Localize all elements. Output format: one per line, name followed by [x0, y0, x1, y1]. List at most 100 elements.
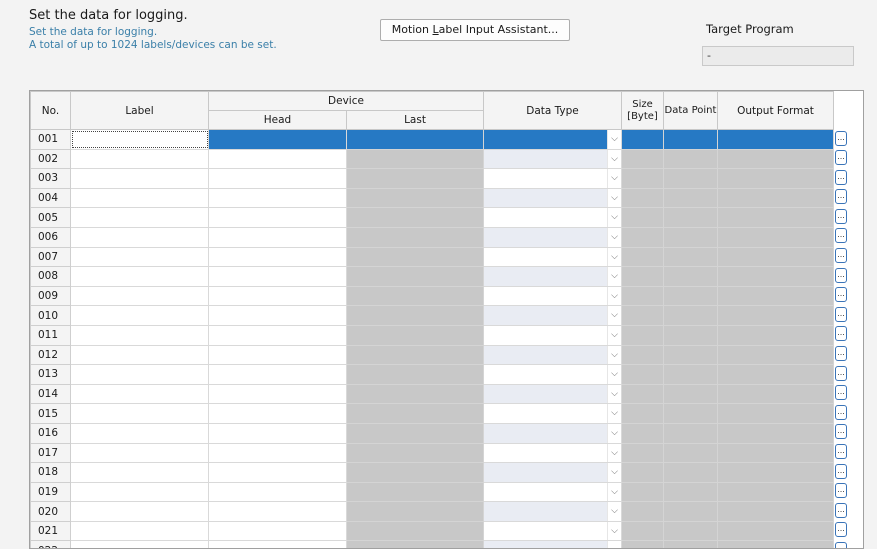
- label-cell[interactable]: [70, 305, 209, 326]
- label-cell[interactable]: [70, 168, 209, 189]
- label-cell[interactable]: [70, 266, 209, 287]
- chevron-down-icon[interactable]: ⌵: [607, 463, 621, 482]
- chevron-down-icon[interactable]: ⌵: [607, 286, 621, 306]
- data-type-cell[interactable]: ⌵: [483, 442, 622, 464]
- data-type-cell[interactable]: ⌵: [483, 462, 622, 483]
- table-row[interactable]: 019 ⌵...: [30, 481, 849, 503]
- data-type-cell[interactable]: ⌵: [483, 344, 622, 366]
- chevron-down-icon[interactable]: ⌵: [607, 384, 621, 404]
- chevron-down-icon[interactable]: ⌵: [607, 227, 621, 247]
- chevron-down-icon[interactable]: ⌵: [607, 482, 621, 502]
- motion-label-input-assistant-button[interactable]: Motion Label Input Assistant...: [380, 19, 570, 41]
- chevron-down-icon[interactable]: ⌵: [607, 208, 621, 227]
- device-head-cell[interactable]: [208, 501, 347, 522]
- table-row[interactable]: 007 ⌵...: [30, 246, 849, 268]
- data-type-cell[interactable]: ⌵: [483, 422, 622, 444]
- label-cell[interactable]: [70, 344, 209, 366]
- chevron-down-icon[interactable]: ⌵: [607, 149, 621, 169]
- ellipsis-button[interactable]: ...: [835, 365, 847, 381]
- device-head-cell[interactable]: [208, 129, 347, 150]
- chevron-down-icon[interactable]: ⌵: [607, 247, 621, 267]
- ellipsis-button[interactable]: ...: [835, 267, 847, 283]
- label-cell[interactable]: [70, 383, 209, 405]
- table-row[interactable]: 008 ⌵...: [30, 266, 849, 287]
- chevron-down-icon[interactable]: ⌵: [607, 423, 621, 443]
- data-type-cell[interactable]: ⌵: [483, 266, 622, 287]
- ellipsis-button[interactable]: ...: [835, 502, 847, 518]
- data-type-cell[interactable]: ⌵: [483, 520, 622, 542]
- label-cell[interactable]: [70, 462, 209, 483]
- table-row[interactable]: 002 ⌵...: [30, 148, 849, 170]
- label-cell[interactable]: [70, 403, 209, 424]
- device-head-cell[interactable]: [208, 148, 347, 170]
- ellipsis-button[interactable]: ...: [835, 404, 847, 420]
- chevron-down-icon[interactable]: ⌵: [607, 306, 621, 325]
- ellipsis-button[interactable]: ...: [835, 424, 847, 440]
- data-type-cell[interactable]: ⌵: [483, 364, 622, 385]
- device-head-cell[interactable]: [208, 462, 347, 483]
- table-row[interactable]: 011 ⌵...: [30, 324, 849, 346]
- table-row[interactable]: 016 ⌵...: [30, 422, 849, 444]
- device-head-cell[interactable]: [208, 364, 347, 385]
- table-row[interactable]: 022 ⌵...: [30, 540, 849, 548]
- label-cell[interactable]: [70, 285, 209, 307]
- device-head-cell[interactable]: [208, 246, 347, 268]
- label-cell[interactable]: [70, 422, 209, 444]
- device-head-cell[interactable]: [208, 187, 347, 209]
- label-cell[interactable]: [70, 226, 209, 248]
- chevron-down-icon[interactable]: ⌵: [607, 169, 621, 188]
- data-type-cell[interactable]: ⌵: [483, 481, 622, 503]
- data-type-cell[interactable]: ⌵: [483, 285, 622, 307]
- chevron-down-icon[interactable]: ⌵: [607, 541, 621, 548]
- chevron-down-icon[interactable]: ⌵: [607, 521, 621, 541]
- device-head-cell[interactable]: [208, 344, 347, 366]
- data-type-cell[interactable]: ⌵: [483, 168, 622, 189]
- label-cell[interactable]: [70, 520, 209, 542]
- data-type-cell[interactable]: ⌵: [483, 246, 622, 268]
- ellipsis-button[interactable]: ...: [835, 385, 847, 401]
- data-type-cell[interactable]: ⌵: [483, 403, 622, 424]
- device-head-cell[interactable]: [208, 207, 347, 228]
- device-head-cell[interactable]: [208, 266, 347, 287]
- chevron-down-icon[interactable]: ⌵: [607, 325, 621, 345]
- table-row[interactable]: 004 ⌵...: [30, 187, 849, 209]
- data-type-cell[interactable]: ⌵: [483, 383, 622, 405]
- chevron-down-icon[interactable]: ⌵: [607, 404, 621, 423]
- data-type-cell[interactable]: ⌵: [483, 305, 622, 326]
- ellipsis-button[interactable]: ...: [835, 346, 847, 362]
- ellipsis-button[interactable]: ...: [835, 306, 847, 322]
- label-cell[interactable]: [70, 324, 209, 346]
- device-head-cell[interactable]: [208, 305, 347, 326]
- table-row[interactable]: 014 ⌵...: [30, 383, 849, 405]
- device-head-cell[interactable]: [208, 520, 347, 542]
- chevron-down-icon[interactable]: ⌵: [607, 345, 621, 365]
- table-row[interactable]: 017 ⌵...: [30, 442, 849, 464]
- label-cell[interactable]: [70, 129, 209, 150]
- table-row[interactable]: 021 ⌵...: [30, 520, 849, 542]
- device-head-cell[interactable]: [208, 168, 347, 189]
- table-row[interactable]: 018 ⌵...: [30, 462, 849, 483]
- ellipsis-button[interactable]: ...: [835, 248, 847, 264]
- label-cell[interactable]: [70, 442, 209, 464]
- chevron-down-icon[interactable]: ⌵: [607, 130, 621, 149]
- label-cell[interactable]: [70, 540, 209, 548]
- table-row[interactable]: 009 ⌵...: [30, 285, 849, 307]
- ellipsis-button[interactable]: ...: [835, 287, 847, 303]
- device-head-cell[interactable]: [208, 285, 347, 307]
- ellipsis-button[interactable]: ...: [835, 463, 847, 479]
- data-type-cell[interactable]: ⌵: [483, 540, 622, 548]
- device-head-cell[interactable]: [208, 422, 347, 444]
- label-cell[interactable]: [70, 148, 209, 170]
- table-row[interactable]: 012 ⌵...: [30, 344, 849, 366]
- ellipsis-button[interactable]: ...: [835, 444, 847, 459]
- device-head-cell[interactable]: [208, 403, 347, 424]
- ellipsis-button[interactable]: ...: [835, 228, 847, 244]
- ellipsis-button[interactable]: ...: [835, 130, 847, 146]
- device-head-cell[interactable]: [208, 383, 347, 405]
- table-row[interactable]: 010 ⌵...: [30, 305, 849, 326]
- table-row[interactable]: 020 ⌵...: [30, 501, 849, 522]
- table-row[interactable]: 006 ⌵...: [30, 226, 849, 248]
- data-type-cell[interactable]: ⌵: [483, 129, 622, 150]
- label-cell[interactable]: [70, 501, 209, 522]
- device-head-cell[interactable]: [208, 324, 347, 346]
